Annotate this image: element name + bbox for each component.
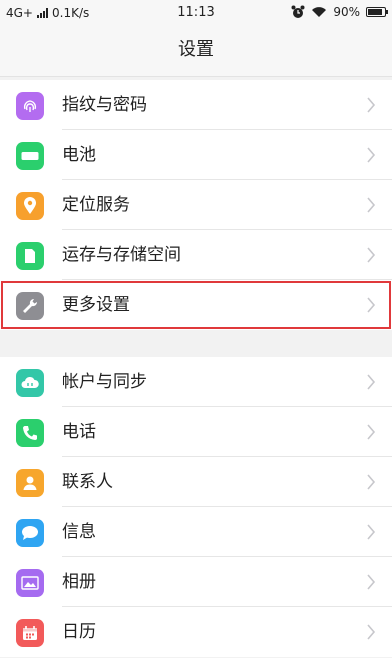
settings-item-label: 联系人 bbox=[62, 472, 113, 492]
settings-item-label: 帐户与同步 bbox=[62, 372, 147, 392]
settings-item-storage[interactable]: 运存与存储空间 bbox=[0, 230, 392, 280]
chevron-right-icon bbox=[367, 97, 376, 113]
settings-item-label: 定位服务 bbox=[62, 195, 130, 215]
chevron-right-icon bbox=[367, 147, 376, 163]
settings-item-label: 电话 bbox=[62, 422, 96, 442]
contact-icon bbox=[16, 469, 44, 497]
cloud-sync-icon bbox=[16, 369, 44, 397]
chevron-right-icon bbox=[367, 197, 376, 213]
settings-item-contacts[interactable]: 联系人 bbox=[0, 457, 392, 507]
message-icon bbox=[16, 519, 44, 547]
chevron-right-icon bbox=[367, 424, 376, 440]
settings-item-album[interactable]: 相册 bbox=[0, 557, 392, 607]
storage-icon bbox=[16, 242, 44, 270]
wifi-icon bbox=[312, 7, 327, 17]
page-title: 设置 bbox=[0, 26, 392, 77]
battery-fill bbox=[368, 9, 382, 15]
chevron-right-icon bbox=[367, 524, 376, 540]
wrench-icon bbox=[16, 292, 44, 320]
settings-group-2: 帐户与同步 电话 联系人 信息 相册 日历 bbox=[0, 357, 392, 657]
settings-item-label: 日历 bbox=[62, 622, 96, 642]
fingerprint-icon bbox=[16, 92, 44, 120]
settings-item-messages[interactable]: 信息 bbox=[0, 507, 392, 557]
settings-item-battery[interactable]: 电池 bbox=[0, 130, 392, 180]
status-bar: 4G+ 0.1K/s 11:13 90% bbox=[0, 0, 392, 26]
settings-item-location[interactable]: 定位服务 bbox=[0, 180, 392, 230]
settings-item-label: 信息 bbox=[62, 522, 96, 542]
settings-item-label: 运存与存储空间 bbox=[62, 245, 181, 265]
battery-status-icon bbox=[366, 7, 388, 17]
settings-item-label: 电池 bbox=[62, 145, 96, 165]
status-right: 90% bbox=[291, 5, 388, 19]
album-icon bbox=[16, 569, 44, 597]
chevron-right-icon bbox=[367, 247, 376, 263]
settings-item-account-sync[interactable]: 帐户与同步 bbox=[0, 357, 392, 407]
battery-percent: 90% bbox=[333, 5, 360, 19]
highlight-box bbox=[1, 281, 391, 329]
chevron-right-icon bbox=[367, 574, 376, 590]
settings-item-fingerprint[interactable]: 指纹与密码 bbox=[0, 80, 392, 130]
battery-icon bbox=[16, 142, 44, 170]
location-icon bbox=[16, 192, 44, 220]
settings-item-label: 相册 bbox=[62, 572, 96, 592]
settings-item-phone[interactable]: 电话 bbox=[0, 407, 392, 457]
chevron-right-icon bbox=[367, 374, 376, 390]
calendar-icon bbox=[16, 619, 44, 647]
settings-group-1: 指纹与密码 电池 定位服务 运存与存储空间 更多设置 bbox=[0, 80, 392, 330]
settings-item-calendar[interactable]: 日历 bbox=[0, 607, 392, 657]
chevron-right-icon bbox=[367, 474, 376, 490]
chevron-right-icon bbox=[367, 624, 376, 640]
alarm-icon bbox=[291, 5, 305, 18]
chevron-right-icon bbox=[367, 297, 376, 313]
settings-item-label: 指纹与密码 bbox=[62, 95, 147, 115]
phone-icon bbox=[16, 419, 44, 447]
settings-item-more-settings[interactable]: 更多设置 bbox=[0, 280, 392, 330]
settings-item-label: 更多设置 bbox=[62, 295, 130, 315]
